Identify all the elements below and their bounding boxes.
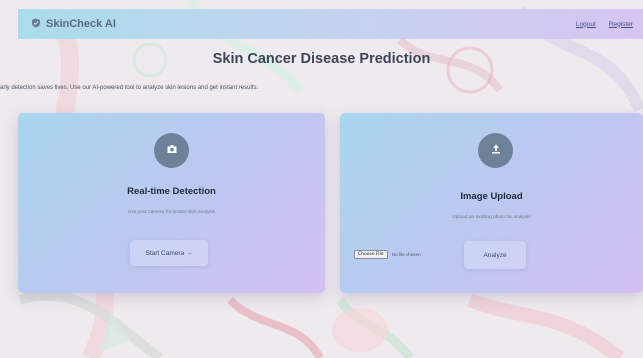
- realtime-card-description: Use your camera for instant skin analysi…: [127, 210, 216, 215]
- register-link[interactable]: Register: [609, 21, 633, 28]
- analyze-button[interactable]: Analyze: [464, 241, 526, 269]
- choose-file-button[interactable]: Choose File: [354, 250, 388, 259]
- shield-icon: [31, 15, 41, 33]
- nav-links: Logout Register: [576, 21, 633, 28]
- start-camera-button[interactable]: Start Camera →: [130, 240, 208, 266]
- image-upload-card: Image Upload Upload an existing photo fo…: [340, 113, 643, 293]
- brand-name: SkinCheck AI: [46, 18, 116, 30]
- realtime-detection-card: Real-time Detection Use your camera for …: [18, 113, 325, 293]
- realtime-card-title: Real-time Detection: [127, 186, 216, 197]
- upload-card-description: Upload an existing photo for analysis: [452, 215, 531, 220]
- file-input[interactable]: Choose File No file chosen: [354, 250, 421, 259]
- camera-icon: [166, 142, 178, 160]
- page-subtitle: arly detection saves lives. Use our AI-p…: [0, 85, 259, 91]
- upload-card-title: Image Upload: [460, 191, 523, 202]
- logout-link[interactable]: Logout: [576, 21, 596, 28]
- file-status: No file chosen: [391, 252, 421, 257]
- camera-icon-badge: [154, 133, 189, 168]
- upload-icon: [490, 142, 502, 160]
- page-title: Skin Cancer Disease Prediction: [212, 51, 431, 67]
- brand[interactable]: SkinCheck AI: [31, 15, 116, 33]
- top-navbar: SkinCheck AI Logout Register: [18, 9, 643, 39]
- upload-icon-badge: [478, 133, 513, 168]
